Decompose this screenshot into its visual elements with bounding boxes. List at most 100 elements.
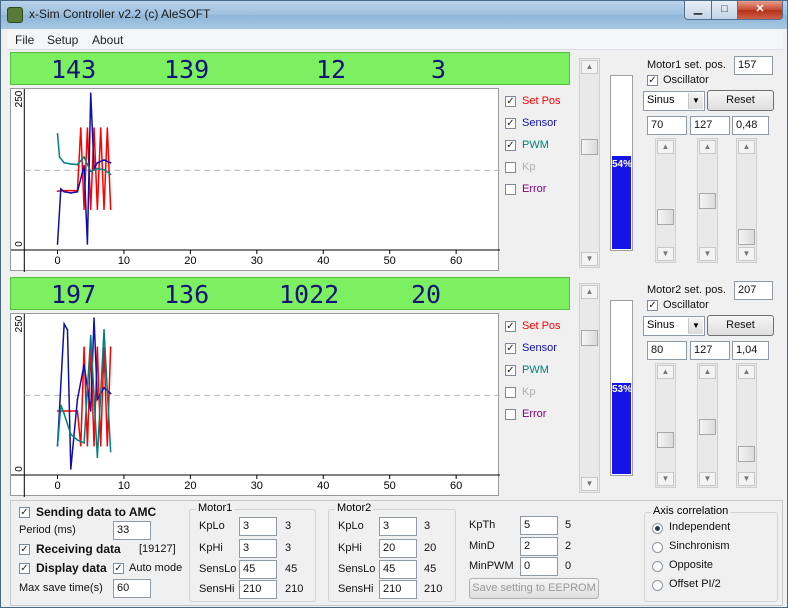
motor2-chart-point xyxy=(60,404,62,406)
motor1-chart-point xyxy=(96,162,99,164)
sending-data-checkbox[interactable]: ✓ xyxy=(19,507,30,518)
minimize-button[interactable]: ▁ xyxy=(684,1,712,20)
motor2-sensor-checkbox[interactable]: ✓ xyxy=(505,343,516,354)
motor2-param-1[interactable]: 80 xyxy=(647,341,687,360)
motor1-param-1[interactable]: 70 xyxy=(647,116,687,135)
title-bar[interactable]: x-Sim Controller v2.2 (c) AleSOFT ▁ □ ✕ xyxy=(1,1,787,29)
motor1-kphi-input[interactable]: 3 xyxy=(239,539,277,558)
motor2-chart-point xyxy=(69,410,72,412)
scroll-up-icon[interactable]: ▲ xyxy=(657,140,674,154)
motor2-slider-2[interactable]: ▲ ▼ xyxy=(697,363,718,488)
radio-offset[interactable] xyxy=(652,580,663,591)
motor2-waveform-select[interactable]: Sinus ▼ xyxy=(643,316,705,336)
motor1-senslo-input[interactable]: 45 xyxy=(239,560,277,579)
motor2-main-scroll-thumb[interactable] xyxy=(581,330,598,346)
motor2-slider-1-thumb[interactable] xyxy=(657,432,674,448)
motor1-sensor-checkbox[interactable]: ✓ xyxy=(505,118,516,129)
motor2-setpos-input[interactable]: 207 xyxy=(734,281,773,300)
receiving-data-checkbox[interactable]: ✓ xyxy=(19,544,30,555)
scroll-up-icon[interactable]: ▲ xyxy=(581,60,598,74)
minpwm-input[interactable]: 0 xyxy=(520,557,558,576)
auto-mode-checkbox[interactable]: ✓ xyxy=(113,563,124,574)
motor1-param-3[interactable]: 0,48 xyxy=(732,116,769,135)
motor2-progress-bar: 53% xyxy=(610,300,633,476)
motor2-senshi-input[interactable]: 210 xyxy=(379,580,417,599)
motor1-senslo-value: 45 xyxy=(285,563,298,575)
motor1-chart-point xyxy=(76,163,79,166)
max-save-input[interactable]: 60 xyxy=(113,579,151,598)
scroll-up-icon[interactable]: ▲ xyxy=(581,285,598,299)
motor1-waveform-select[interactable]: Sinus ▼ xyxy=(643,91,705,111)
motor1-error-checkbox[interactable] xyxy=(505,184,516,195)
motor2-slider-3-thumb[interactable] xyxy=(738,446,755,462)
motor1-main-scrollbar[interactable]: ▲ ▼ xyxy=(579,58,600,268)
display-data-checkbox[interactable]: ✓ xyxy=(19,563,30,574)
scroll-down-icon[interactable]: ▼ xyxy=(738,247,755,261)
motor1-kp-checkbox[interactable] xyxy=(505,162,516,173)
period-input[interactable]: 33 xyxy=(113,521,151,540)
radio-independent[interactable] xyxy=(652,523,663,534)
motor1-reset-button[interactable]: Reset xyxy=(707,90,774,111)
motor1-setpos-checkbox[interactable]: ✓ xyxy=(505,96,516,107)
close-button[interactable]: ✕ xyxy=(737,1,783,20)
scroll-down-icon[interactable]: ▼ xyxy=(699,247,716,261)
dropdown-icon[interactable]: ▼ xyxy=(688,318,703,334)
motor1-setpos-input[interactable]: 157 xyxy=(734,56,773,75)
scroll-down-icon[interactable]: ▼ xyxy=(581,252,598,266)
motor1-kphi-value: 3 xyxy=(285,542,292,554)
motor1-param-2[interactable]: 127 xyxy=(690,116,730,135)
menu-about[interactable]: About xyxy=(92,33,123,47)
scroll-down-icon[interactable]: ▼ xyxy=(657,247,674,261)
motor1-slider-3[interactable]: ▲ ▼ xyxy=(736,138,757,263)
motor2-kphi-input[interactable]: 20 xyxy=(379,539,417,558)
motor2-slider-3[interactable]: ▲ ▼ xyxy=(736,363,757,488)
motor2-setpos-checkbox[interactable]: ✓ xyxy=(505,321,516,332)
radio-sinchronism[interactable] xyxy=(652,542,663,553)
kpth-input[interactable]: 5 xyxy=(520,516,558,535)
scroll-down-icon[interactable]: ▼ xyxy=(738,472,755,486)
scroll-down-icon[interactable]: ▼ xyxy=(657,472,674,486)
motor1-pwm-checkbox[interactable]: ✓ xyxy=(505,140,516,151)
motor2-param-2[interactable]: 127 xyxy=(690,341,730,360)
motor1-oscillator-checkbox[interactable]: ✓ xyxy=(647,75,658,86)
motor2-reset-button[interactable]: Reset xyxy=(707,315,774,336)
motor2-slider-2-thumb[interactable] xyxy=(699,419,716,435)
motor1-slider-2-thumb[interactable] xyxy=(699,193,716,209)
scroll-up-icon[interactable]: ▲ xyxy=(699,365,716,379)
radio-opposite[interactable] xyxy=(652,561,663,572)
motor2-kplo-input[interactable]: 3 xyxy=(379,517,417,536)
motor1-chart-y-tick-label: 250 xyxy=(14,90,25,107)
motor2-oscillator-label: Oscillator xyxy=(663,299,709,311)
motor2-param-3[interactable]: 1,04 xyxy=(732,341,769,360)
scroll-down-icon[interactable]: ▼ xyxy=(699,472,716,486)
motor1-kplo-input[interactable]: 3 xyxy=(239,517,277,536)
motor2-senslo-input[interactable]: 45 xyxy=(379,560,417,579)
scroll-up-icon[interactable]: ▲ xyxy=(699,140,716,154)
axis-correlation-title: Axis correlation xyxy=(651,505,731,517)
motor1-slider-2[interactable]: ▲ ▼ xyxy=(697,138,718,263)
motor2-slider-1[interactable]: ▲ ▼ xyxy=(655,363,676,488)
dropdown-icon[interactable]: ▼ xyxy=(688,93,703,109)
motor2-pwm-checkbox[interactable]: ✓ xyxy=(505,365,516,376)
motor1-slider-1[interactable]: ▲ ▼ xyxy=(655,138,676,263)
scroll-up-icon[interactable]: ▲ xyxy=(738,140,755,154)
motor1-slider-3-thumb[interactable] xyxy=(738,229,755,245)
motor1-senshi-input[interactable]: 210 xyxy=(239,580,277,599)
scroll-down-icon[interactable]: ▼ xyxy=(581,477,598,491)
maximize-button[interactable]: □ xyxy=(711,1,738,20)
motor1-slider-1-thumb[interactable] xyxy=(657,209,674,225)
motor1-main-scroll-thumb[interactable] xyxy=(581,139,598,155)
motor2-oscillator-checkbox[interactable]: ✓ xyxy=(647,300,658,311)
motor2-chart-point xyxy=(96,456,99,459)
scroll-up-icon[interactable]: ▲ xyxy=(657,365,674,379)
minpwm-value: 0 xyxy=(565,560,572,572)
motor2-kp-checkbox[interactable] xyxy=(505,387,516,398)
motor2-main-scrollbar[interactable]: ▲ ▼ xyxy=(579,283,600,493)
menu-file[interactable]: File xyxy=(15,33,34,47)
scroll-up-icon[interactable]: ▲ xyxy=(738,365,755,379)
mind-input[interactable]: 2 xyxy=(520,537,558,556)
motor2-chart-y-tick-label: 250 xyxy=(14,315,25,332)
save-eeprom-button[interactable]: Save setting to EEPROM xyxy=(469,578,599,599)
motor2-error-checkbox[interactable] xyxy=(505,409,516,420)
menu-setup[interactable]: Setup xyxy=(47,33,78,47)
